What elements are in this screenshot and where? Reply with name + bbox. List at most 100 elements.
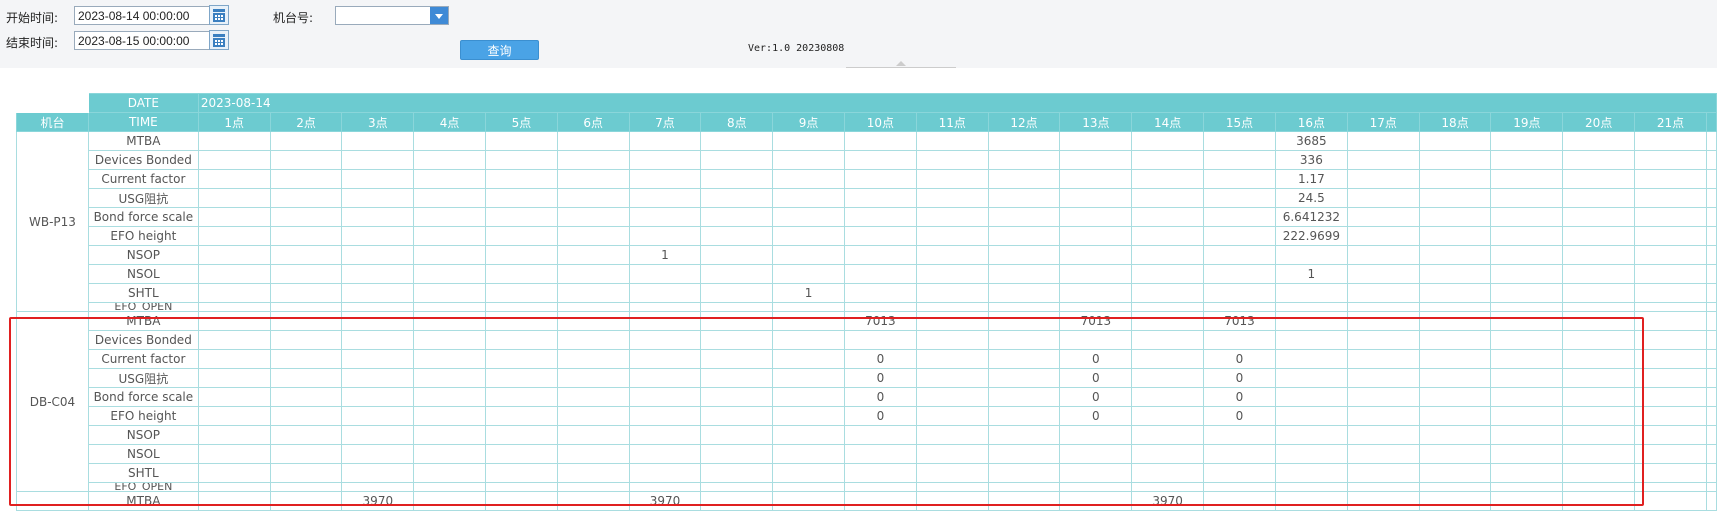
- value-cell: [987, 302, 1061, 312]
- hour-header: 5点: [485, 112, 558, 132]
- value-cell: 0: [1059, 387, 1133, 407]
- value-cell: [1562, 444, 1636, 464]
- value-cell-overflow: [1705, 311, 1717, 331]
- metric-cell: USG阻抗: [87, 368, 199, 388]
- value-cell: [987, 330, 1061, 350]
- value-cell: [628, 264, 702, 284]
- value-cell: [485, 387, 558, 407]
- end-time-input[interactable]: 2023-08-15 00:00:00: [74, 31, 212, 50]
- value-cell: [915, 226, 989, 246]
- value-cell: [556, 330, 630, 350]
- value-cell: 1: [628, 245, 702, 265]
- value-cell-overflow: [1705, 368, 1717, 388]
- value-cell: [915, 482, 989, 492]
- value-cell: [341, 207, 415, 227]
- value-cell: [915, 463, 989, 483]
- value-cell: [1634, 463, 1707, 483]
- value-cell: [485, 207, 558, 227]
- value-cell: [843, 302, 917, 312]
- value-cell: [843, 264, 917, 284]
- value-cell: 3970: [1131, 491, 1205, 511]
- chevron-down-icon[interactable]: [430, 7, 448, 24]
- value-cell: 3970: [341, 491, 415, 511]
- value-cell: [1131, 482, 1205, 492]
- value-cell: 7013: [1203, 311, 1276, 331]
- metric-cell: EFO_OPEN: [87, 482, 199, 492]
- collapse-handle[interactable]: [846, 59, 956, 68]
- value-cell: [197, 463, 271, 483]
- value-cell: [772, 302, 845, 312]
- value-cell: 0: [843, 406, 917, 426]
- value-cell: [1131, 226, 1205, 246]
- value-cell: [700, 245, 774, 265]
- value-cell: [628, 444, 702, 464]
- value-cell: [700, 330, 774, 350]
- value-cell: [915, 131, 989, 151]
- value-cell: 1: [772, 283, 845, 303]
- value-cell-overflow: [1705, 302, 1717, 312]
- value-cell: [413, 264, 487, 284]
- query-button[interactable]: 查询: [460, 40, 539, 60]
- value-cell: [772, 368, 845, 388]
- value-cell: [413, 463, 487, 483]
- machine-cell: WB-P13: [16, 131, 89, 312]
- value-cell-overflow: [1705, 425, 1717, 445]
- value-cell: [1059, 482, 1133, 492]
- value-cell: [915, 491, 989, 511]
- value-cell: [1490, 207, 1564, 227]
- value-cell: [1203, 169, 1276, 189]
- value-cell: [485, 482, 558, 492]
- value-cell: [1634, 283, 1707, 303]
- value-cell: [772, 311, 845, 331]
- value-cell: [1059, 330, 1133, 350]
- value-cell: [1131, 425, 1205, 445]
- value-cell: [1346, 444, 1420, 464]
- value-cell: [987, 226, 1061, 246]
- end-calendar-icon[interactable]: [209, 30, 229, 50]
- value-cell: [1490, 226, 1564, 246]
- value-cell: [1418, 226, 1492, 246]
- value-cell: [1274, 368, 1348, 388]
- start-time-input[interactable]: 2023-08-14 00:00:00: [74, 6, 212, 25]
- value-cell: [1418, 330, 1492, 350]
- metric-cell: NSOL: [87, 264, 199, 284]
- value-cell: [556, 302, 630, 312]
- value-cell: [1562, 330, 1636, 350]
- value-cell: [772, 207, 845, 227]
- value-cell-overflow: [1705, 463, 1717, 483]
- value-cell: [1203, 188, 1276, 208]
- value-cell: [556, 491, 630, 511]
- value-cell: [987, 387, 1061, 407]
- value-cell: [1634, 311, 1707, 331]
- value-cell: [843, 188, 917, 208]
- value-cell: [341, 131, 415, 151]
- value-cell: [700, 491, 774, 511]
- value-cell: 3970: [628, 491, 702, 511]
- value-cell: [556, 425, 630, 445]
- value-cell-overflow: [1705, 264, 1717, 284]
- value-cell: [485, 169, 558, 189]
- value-cell: [987, 188, 1061, 208]
- value-cell: [556, 188, 630, 208]
- machine-select[interactable]: [335, 6, 449, 25]
- value-cell: [1634, 264, 1707, 284]
- value-cell: [197, 283, 271, 303]
- value-cell: [628, 425, 702, 445]
- value-cell: [1418, 349, 1492, 369]
- value-cell: [772, 245, 845, 265]
- start-calendar-icon[interactable]: [209, 5, 229, 25]
- value-cell: [1562, 387, 1636, 407]
- value-cell: [1562, 188, 1636, 208]
- value-cell: [1203, 444, 1276, 464]
- value-cell: [197, 207, 271, 227]
- value-cell: [1131, 444, 1205, 464]
- value-cell: [915, 349, 989, 369]
- table-row: MTBA 3970 3970 3970: [16, 491, 1717, 511]
- value-cell: [1490, 349, 1564, 369]
- value-cell: [700, 207, 774, 227]
- value-cell: [1346, 302, 1420, 312]
- value-cell: [1274, 349, 1348, 369]
- value-cell: [1562, 463, 1636, 483]
- value-cell: [1418, 406, 1492, 426]
- metric-cell: SHTL: [87, 463, 199, 483]
